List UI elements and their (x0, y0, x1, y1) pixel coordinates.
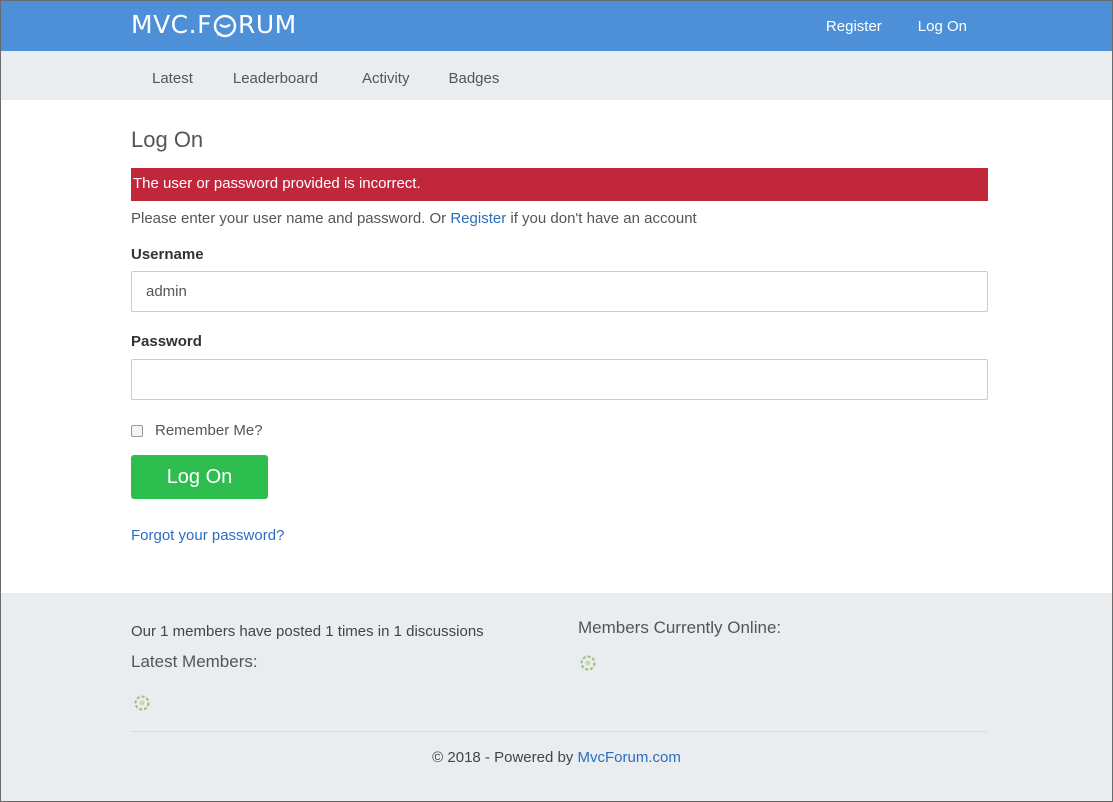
copyright: © 2018 - Powered by MvcForum.com (1, 749, 1112, 766)
mvcforum-link[interactable]: MvcForum.com (577, 749, 680, 766)
top-navbar: MVC.F RUM Register Log On (1, 1, 1112, 51)
remember-me-label: Remember Me? (155, 422, 263, 439)
nav-item-activity[interactable]: Activity (362, 70, 410, 87)
logo-text-right: RUM (237, 10, 297, 39)
page: MVC.F RUM Register Log On Latest Leaderb… (0, 0, 1113, 802)
password-label: Password (131, 333, 202, 350)
login-instructions: Please enter your user name and password… (131, 210, 697, 227)
copyright-text: © 2018 - Powered by (432, 749, 578, 766)
footer-divider (131, 731, 988, 732)
nav-item-latest[interactable]: Latest (152, 70, 193, 87)
register-link[interactable]: Register (826, 18, 882, 35)
logon-button[interactable]: Log On (131, 455, 268, 499)
online-member-avatar-icon[interactable] (578, 653, 598, 673)
username-input[interactable] (131, 271, 988, 312)
member-avatar-icon[interactable] (132, 693, 152, 713)
remember-me-checkbox[interactable] (131, 424, 143, 437)
account-nav: Register Log On (826, 18, 967, 35)
intro-suffix: if you don't have an account (506, 210, 697, 227)
remember-me-row[interactable]: Remember Me? (131, 422, 263, 439)
error-alert: The user or password provided is incorre… (131, 168, 988, 201)
forgot-password-link[interactable]: Forgot your password? (131, 527, 284, 544)
nav-item-leaderboard[interactable]: Leaderboard (233, 70, 318, 87)
username-label: Username (131, 246, 204, 263)
footer: Our 1 members have posted 1 times in 1 d… (1, 593, 1112, 801)
speech-bubble-icon (213, 14, 237, 38)
intro-prefix: Please enter your user name and password… (131, 210, 451, 227)
forum-stats: Our 1 members have posted 1 times in 1 d… (131, 623, 484, 640)
logon-link[interactable]: Log On (918, 18, 967, 35)
site-logo[interactable]: MVC.F RUM (131, 10, 297, 39)
latest-members-heading: Latest Members: (131, 652, 258, 671)
members-online-heading: Members Currently Online: (578, 618, 782, 637)
intro-register-link[interactable]: Register (450, 210, 506, 227)
logo-text-left: MVC.F (131, 10, 212, 39)
nav-item-badges[interactable]: Badges (448, 70, 499, 87)
page-title: Log On (131, 127, 204, 152)
password-input[interactable] (131, 359, 988, 400)
section-nav: Latest Leaderboard Activity Badges (1, 51, 1112, 100)
